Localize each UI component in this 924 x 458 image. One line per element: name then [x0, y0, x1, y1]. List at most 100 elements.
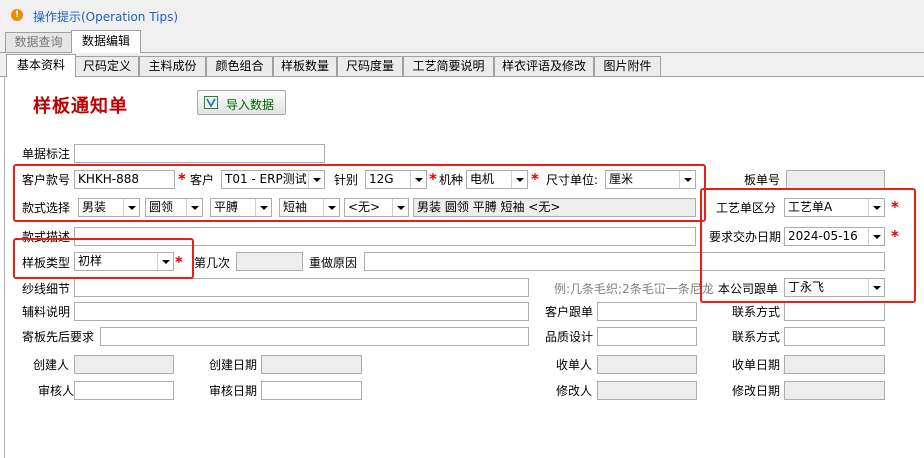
- style-other-select[interactable]: <无>: [344, 198, 409, 217]
- due-date-picker[interactable]: 2024-05-16: [784, 227, 885, 246]
- company-follow-label: 本公司跟单: [718, 282, 779, 296]
- machine-label: 机种: [439, 173, 464, 187]
- customer-select[interactable]: T01 - ERP测试: [221, 170, 325, 189]
- sub-tab-bar: 基本资料 尺码定义 主料成份 颜色组合 样板数量 尺码度量 工艺简要说明 样衣评…: [0, 53, 924, 77]
- style-gender-select[interactable]: 男装: [78, 198, 140, 217]
- creator-label: 创建人: [33, 358, 70, 372]
- needle-select[interactable]: 12G: [365, 170, 427, 189]
- size-unit-label: 尺寸单位:: [546, 173, 599, 187]
- doc-mark-input[interactable]: [74, 144, 325, 163]
- company-follow-value: 丁永飞: [788, 280, 825, 294]
- chevron-down-icon[interactable]: [868, 199, 884, 216]
- chevron-down-icon[interactable]: [308, 171, 324, 188]
- chevron-down-icon[interactable]: [255, 199, 271, 216]
- machine-value: 电机: [470, 172, 495, 186]
- style-collar-select[interactable]: 圆领: [145, 198, 203, 217]
- receive-date-input: [784, 355, 885, 374]
- tab-size-measure[interactable]: 尺码度量: [337, 56, 403, 76]
- tab-image-attach[interactable]: 图片附件: [594, 56, 661, 76]
- chevron-down-icon[interactable]: [868, 279, 884, 296]
- craft-type-label: 工艺单区分: [716, 201, 777, 215]
- yarn-detail-label: 纱线细节: [22, 282, 71, 296]
- required-mark: *: [891, 227, 899, 245]
- customer-value: T01 - ERP测试: [225, 172, 307, 186]
- size-unit-value: 厘米: [609, 172, 634, 186]
- tab-size-definition[interactable]: 尺码定义: [75, 56, 139, 76]
- craft-type-select[interactable]: 工艺单A: [784, 198, 885, 217]
- review-date-input[interactable]: [261, 381, 362, 400]
- due-date-value: 2024-05-16: [788, 229, 858, 243]
- modify-date-label: 修改日期: [732, 384, 781, 398]
- chevron-down-icon[interactable]: [157, 253, 173, 270]
- tab-basic-info[interactable]: 基本资料: [6, 54, 76, 77]
- panel-border: [4, 77, 5, 458]
- tab-data-edit[interactable]: 数据编辑: [71, 30, 141, 53]
- contact2-label: 联系方式: [732, 330, 781, 344]
- company-follow-select[interactable]: 丁永飞: [784, 278, 885, 297]
- contact2-input[interactable]: [784, 327, 885, 346]
- required-mark: *: [531, 170, 539, 188]
- import-data-label: 导入数据: [226, 98, 275, 112]
- cust-style-input[interactable]: KHKH-888: [74, 170, 175, 189]
- tab-sample-review[interactable]: 样衣评语及修改: [494, 56, 594, 76]
- reviewer-input[interactable]: [74, 381, 174, 400]
- nth-time-label: 第几次: [194, 256, 231, 270]
- send-req-input[interactable]: [100, 327, 529, 346]
- doc-mark-label: 单据标注: [22, 147, 71, 161]
- chevron-down-icon[interactable]: [511, 171, 527, 188]
- nth-time-input: [236, 252, 303, 271]
- sample-type-label: 样板类型: [22, 256, 71, 270]
- style-shoulder-select[interactable]: 平膊: [210, 198, 272, 217]
- create-date-input: [261, 355, 362, 374]
- aux-desc-input[interactable]: [74, 302, 529, 321]
- yarn-detail-input[interactable]: [74, 278, 529, 297]
- tab-sample-qty[interactable]: 样板数量: [273, 56, 337, 76]
- tab-color-combo[interactable]: 颜色组合: [206, 56, 273, 76]
- style-other-value: <无>: [348, 200, 381, 214]
- chevron-down-icon[interactable]: [323, 199, 339, 216]
- import-icon: [204, 96, 218, 109]
- receiver-input: [597, 355, 697, 374]
- tab-main-material[interactable]: 主料成份: [139, 56, 206, 76]
- chevron-down-icon[interactable]: [392, 199, 408, 216]
- chevron-down-icon[interactable]: [123, 199, 139, 216]
- redo-reason-input[interactable]: [364, 252, 885, 271]
- warning-icon: !: [11, 9, 23, 21]
- import-data-button[interactable]: 导入数据: [197, 90, 286, 115]
- style-sleeve-select[interactable]: 短袖: [279, 198, 340, 217]
- contact1-input[interactable]: [784, 302, 885, 321]
- chevron-down-icon[interactable]: [410, 171, 426, 188]
- cust-follow-input[interactable]: [597, 302, 697, 321]
- receiver-label: 收单人: [556, 358, 593, 372]
- contact1-label: 联系方式: [732, 305, 781, 319]
- style-select-label: 款式选择: [22, 201, 71, 215]
- modifier-input: [597, 381, 697, 400]
- tips-label[interactable]: 操作提示(Operation Tips): [33, 8, 178, 25]
- tab-craft-summary[interactable]: 工艺简要说明: [403, 56, 494, 76]
- chevron-down-icon[interactable]: [186, 199, 202, 216]
- tab-data-query[interactable]: 数据查询: [5, 32, 72, 52]
- sample-type-select[interactable]: 初样: [74, 252, 174, 271]
- style-collar-value: 圆领: [149, 200, 174, 214]
- yarn-hint-text: 例:几条毛织;2条毛冚一条尼龙: [554, 282, 714, 296]
- size-unit-select[interactable]: 厘米: [605, 170, 696, 189]
- required-mark: *: [178, 170, 186, 188]
- chevron-down-icon[interactable]: [868, 228, 884, 245]
- aux-desc-label: 辅料说明: [22, 305, 71, 319]
- chevron-down-icon[interactable]: [679, 171, 695, 188]
- needle-value: 12G: [369, 172, 394, 186]
- top-tab-bar: 数据查询 数据编辑: [0, 30, 924, 53]
- needle-label: 针别: [334, 173, 359, 187]
- style-desc-input[interactable]: [74, 227, 696, 246]
- style-desc-label: 款式描述: [22, 230, 71, 244]
- cust-follow-label: 客户跟单: [545, 305, 594, 319]
- qc-design-input[interactable]: [597, 327, 697, 346]
- machine-select[interactable]: 电机: [466, 170, 528, 189]
- modifier-label: 修改人: [556, 384, 593, 398]
- sample-type-value: 初样: [78, 254, 103, 268]
- due-date-label: 要求交办日期: [709, 230, 782, 244]
- style-shoulder-value: 平膊: [214, 200, 239, 214]
- style-sleeve-value: 短袖: [283, 200, 308, 214]
- board-no-input: [786, 170, 885, 189]
- tips-bar: ! 操作提示(Operation Tips): [0, 0, 924, 30]
